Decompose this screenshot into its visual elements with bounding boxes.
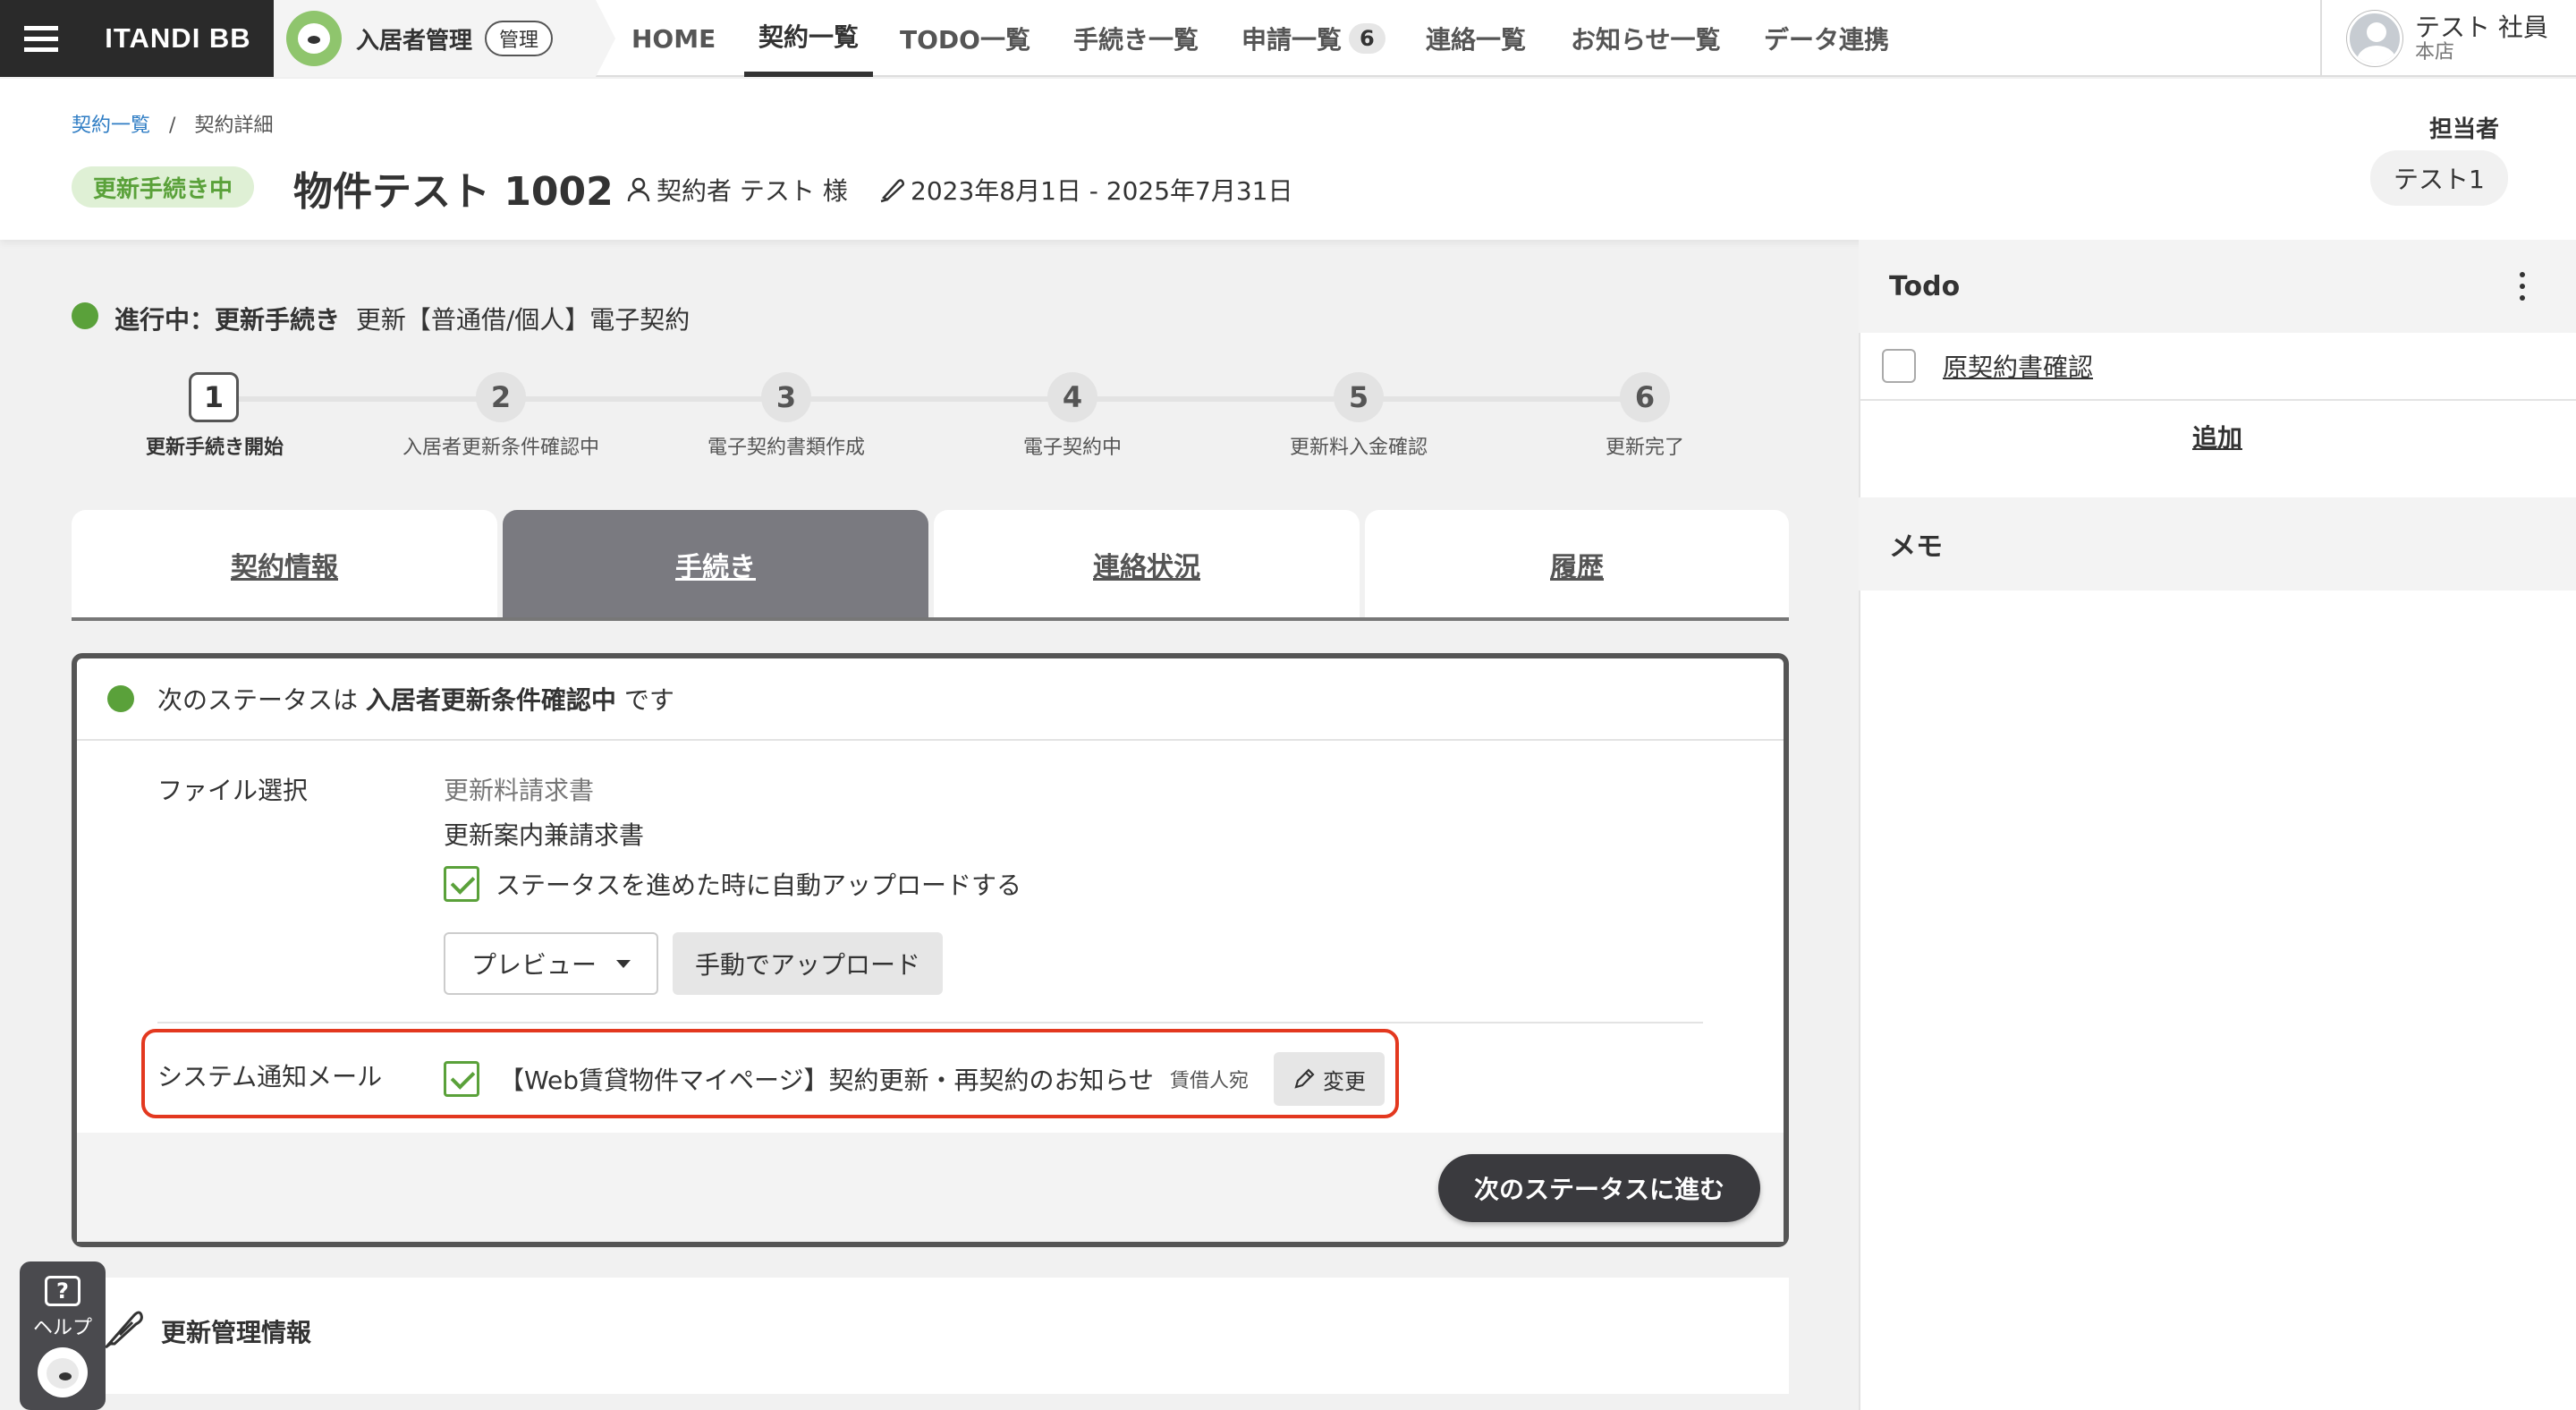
- memo-header: メモ: [1859, 497, 2576, 590]
- file-option[interactable]: 更新料請求書: [444, 771, 594, 807]
- todo-header: Todo: [1859, 240, 2576, 333]
- applications-count-badge: 6: [1349, 23, 1385, 54]
- next-status-name: 入居者更新条件確認中: [365, 685, 616, 715]
- auto-upload-checkbox[interactable]: [444, 866, 479, 902]
- nav-contacts[interactable]: 連絡一覧: [1426, 0, 1526, 77]
- breadcrumb-contracts-link[interactable]: 契約一覧: [72, 115, 150, 137]
- next-status-button[interactable]: 次のステータスに進む: [1438, 1154, 1760, 1222]
- step-4-label: 電子契約中: [1022, 437, 1122, 459]
- todo-item-label[interactable]: 原契約書確認: [1943, 348, 2093, 384]
- todo-add-link[interactable]: 追加: [1859, 419, 2576, 454]
- tab-contract-info[interactable]: 契約情報: [72, 510, 497, 619]
- system-mail-subject: 【Web賃貸物件マイページ】契約更新・再契約のお知らせ: [499, 1066, 1154, 1095]
- step-1-circle: 1: [189, 372, 239, 422]
- preview-dropdown[interactable]: プレビュー: [444, 932, 658, 995]
- person-icon: [627, 177, 650, 202]
- renewal-management-section: [72, 1278, 1789, 1394]
- step-4-circle: 4: [1047, 372, 1097, 422]
- tab-history[interactable]: 履歴: [1365, 510, 1789, 619]
- breadcrumb-current: 契約詳細: [194, 115, 274, 137]
- user-menu[interactable]: テスト 社員 本店: [2320, 0, 2576, 77]
- system-mail-option[interactable]: 【Web賃貸物件マイページ】契約更新・再契約のお知らせ 賃借人宛: [444, 1061, 1249, 1097]
- tab-procedures[interactable]: 手続き: [503, 510, 928, 619]
- system-mail-label: システム通知メール: [157, 1062, 383, 1091]
- file-select-label: ファイル選択: [157, 776, 309, 805]
- step-3-label: 電子契約書類作成: [707, 437, 865, 459]
- tabs-underline: [72, 617, 1789, 621]
- breadcrumb: 契約一覧 / 契約詳細: [72, 109, 273, 138]
- caret-down-icon: [616, 959, 631, 968]
- step-6-circle: 6: [1620, 372, 1670, 422]
- renewal-management-title: 更新管理情報: [161, 1318, 312, 1347]
- file-option[interactable]: 更新案内兼請求書: [444, 816, 644, 852]
- nav-contracts[interactable]: 契約一覧: [744, 0, 874, 77]
- phase-status-dot: [72, 302, 98, 329]
- signature-pen-icon: [880, 179, 905, 203]
- auto-upload-label: ステータスを進めた時に自動アップロードする: [496, 871, 1022, 900]
- change-mail-button[interactable]: 変更: [1274, 1052, 1385, 1106]
- breadcrumb-separator: /: [169, 115, 176, 137]
- assignee-label: 担当者: [2429, 116, 2500, 143]
- nav-applications[interactable]: 申請一覧 6: [1241, 0, 1385, 77]
- divider: [157, 1022, 1703, 1024]
- pencil-icon: [1294, 1068, 1315, 1089]
- manual-upload-button[interactable]: 手動でアップロード: [673, 932, 943, 995]
- bear-mascot-icon: [286, 11, 342, 66]
- step-2-circle: 2: [476, 372, 526, 422]
- stepper-track: [213, 396, 1644, 402]
- auto-upload-option[interactable]: ステータスを進めた時に自動アップロードする: [444, 866, 1021, 902]
- help-widget[interactable]: ? ヘルプ: [20, 1261, 106, 1410]
- todo-checkbox[interactable]: [1882, 349, 1916, 383]
- phase-status: 進行中：更新手続き 更新【普通借/個人】電子契約: [114, 305, 691, 335]
- step-6-label: 更新完了: [1605, 437, 1684, 459]
- hamburger-menu-icon[interactable]: [0, 0, 82, 77]
- help-label: ヘルプ: [32, 1317, 92, 1339]
- user-avatar-icon: [2347, 11, 2402, 66]
- todo-item: 原契約書確認: [1859, 333, 2576, 401]
- kebab-menu-icon[interactable]: [2513, 267, 2531, 306]
- assignee-chip[interactable]: テスト1: [2370, 150, 2508, 206]
- bear-mascot-icon: [38, 1347, 88, 1397]
- step-3-circle: 3: [761, 372, 811, 422]
- nav-home[interactable]: HOME: [631, 0, 716, 77]
- system-mail-recipient: 賃借人宛: [1169, 1070, 1249, 1092]
- help-question-icon: ?: [45, 1276, 80, 1306]
- brand-logo[interactable]: ITANDI BB: [82, 0, 274, 77]
- user-branch: 本店: [2415, 41, 2455, 64]
- nav-todo[interactable]: TODO一覧: [900, 0, 1030, 77]
- contractor-info: 契約者 テスト 様: [626, 172, 848, 208]
- status-dot: [107, 685, 134, 712]
- page-title: 物件テスト 1002: [293, 169, 614, 215]
- contract-period: 2023年8月1日 - 2025年7月31日: [878, 172, 1293, 208]
- step-5-label: 更新料入金確認: [1289, 437, 1428, 459]
- app-switcher[interactable]: 入居者管理 管理: [274, 0, 617, 77]
- feather-pen-icon: [102, 1306, 145, 1353]
- system-mail-checkbox[interactable]: [444, 1061, 479, 1097]
- nav-procedures[interactable]: 手続き一覧: [1073, 0, 1199, 77]
- step-2-label: 入居者更新条件確認中: [402, 437, 599, 459]
- right-panel: [1859, 240, 2576, 1410]
- nav-data-integration[interactable]: データ連携: [1764, 0, 1889, 77]
- step-1-label: 更新手続き開始: [145, 437, 284, 459]
- step-5-circle: 5: [1334, 372, 1384, 422]
- status-badge: 更新手続き中: [72, 166, 255, 208]
- next-status-header: 次のステータスは 入居者更新条件確認中 です: [77, 658, 1784, 741]
- user-name: テスト 社員: [2415, 13, 2548, 42]
- nav-notices[interactable]: お知らせ一覧: [1571, 0, 1720, 77]
- tab-contact-status[interactable]: 連絡状況: [934, 510, 1360, 619]
- admin-badge: 管理: [485, 21, 554, 56]
- app-name: 入居者管理: [356, 27, 473, 55]
